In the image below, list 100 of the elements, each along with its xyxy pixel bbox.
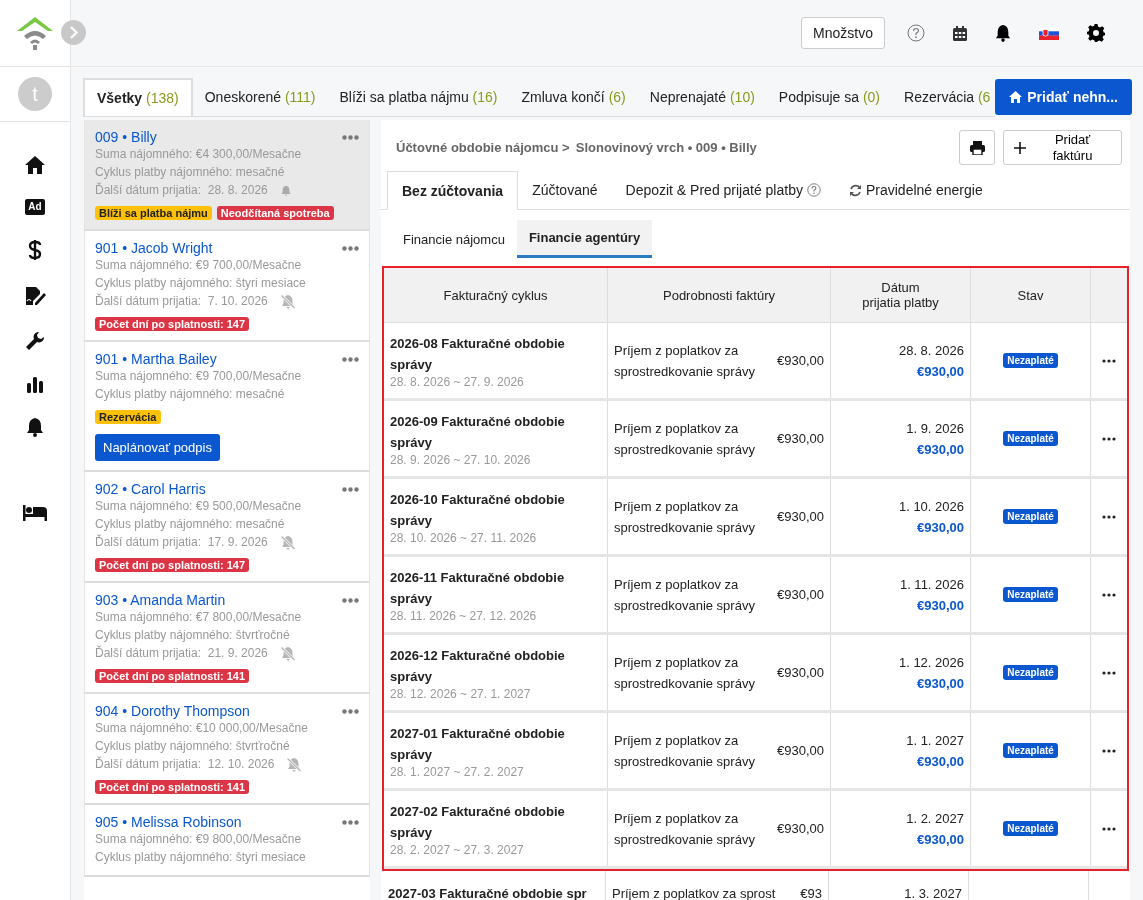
invoice-tab[interactable]: Zúčtované: [518, 171, 612, 209]
home-icon[interactable]: [24, 155, 46, 175]
more-options-icon[interactable]: [1102, 514, 1116, 519]
tenant-card[interactable]: 903 • Amanda Martin Suma nájomného: €7 800,00/Mesačne Cyklus platby nájomného: štvrťročné Ďalší dátum prijatia: 21. 9. 2026 Počet dní po splatnosti: 141: [84, 583, 370, 694]
payment-date: 1. 1. 2027: [906, 731, 964, 750]
finance-subtab[interactable]: Financie nájomcu: [391, 220, 517, 258]
tenant-card[interactable]: 901 • Martha Bailey Suma nájomného: €9 700,00/Mesačne Cyklus platby nájomného: mesačné Rezervácia Naplánovať podpis: [84, 342, 370, 472]
payment-cycle-text: Cyklus platby nájomného: štvrťročné: [95, 627, 291, 644]
invoice-amount: €930,00: [777, 664, 824, 682]
column-header: Podrobnosti faktúry: [608, 268, 831, 322]
add-invoice-button[interactable]: Pridať faktúru: [1003, 130, 1122, 165]
billing-period-range: 28. 1. 2027 ~ 27. 2. 2027: [390, 764, 525, 779]
bed-icon[interactable]: [23, 505, 47, 521]
status-badge: Počet dní po splatnosti: 141: [95, 669, 250, 683]
invoice-tab[interactable]: Bez zúčtovania: [387, 171, 519, 210]
status-badge: Počet dní po splatnosti: 147: [95, 317, 250, 331]
payment-cycle-text: Cyklus platby nájomného: štvrťročné: [95, 738, 291, 755]
settings-icon[interactable]: [1087, 24, 1105, 42]
tenant-name[interactable]: 904 • Dorothy Thompson: [95, 703, 250, 719]
invoice-item-text: Príjem z poplatkov za sprostredkovanie správy: [614, 419, 756, 459]
billing-cycle-title: 2026-10 Fakturačné obdobie správy: [390, 490, 566, 530]
filter-tab[interactable]: Všetky (138): [83, 78, 193, 116]
tenant-card[interactable]: 009 • Billy Suma nájomného: €4 300,00/Mesačne Cyklus platby nájomného: mesačné Ďalší dátum prijatia: 28. 8. 2026 Blíži sa platba nájmu Neodčítaná spotreba: [84, 120, 370, 231]
payment-date: 1. 10. 2026: [898, 497, 964, 516]
dollar-icon[interactable]: [28, 239, 42, 261]
billing-cycle-title: 2026-09 Fakturačné obdobie správy: [390, 412, 566, 452]
signature-icon[interactable]: [24, 285, 46, 307]
billing-cycle-title: 2026-11 Fakturačné obdobie správy: [390, 568, 566, 608]
bar-chart-icon[interactable]: [26, 375, 44, 393]
tenant-name[interactable]: 905 • Melissa Robinson: [95, 814, 242, 830]
home-icon: [1009, 91, 1023, 103]
status-badge: Počet dní po splatnosti: 147: [95, 558, 250, 572]
filter-tab[interactable]: Rezervácia (6: [892, 78, 996, 116]
payment-date: 28. 8. 2026: [898, 341, 964, 360]
invoice-item-text: Príjem z poplatkov za sprostredkovanie správy: [614, 575, 756, 615]
rent-amount-text: Suma nájomného: €4 300,00/Mesačne: [95, 146, 303, 163]
status-badge: Neodčítaná spotreba: [216, 206, 334, 220]
more-options-icon[interactable]: [1102, 358, 1116, 363]
print-button[interactable]: [959, 130, 995, 165]
payment-amount: €930,00: [917, 596, 964, 615]
status-badge: Nezaplaté: [1003, 821, 1058, 836]
invoice-item-text: Príjem z poplatkov za sprost: [612, 885, 777, 900]
ad-icon[interactable]: Ad: [25, 199, 45, 215]
wrench-icon[interactable]: [25, 331, 45, 351]
more-options-icon[interactable]: [1102, 826, 1116, 831]
finance-subtab[interactable]: Financie agentúry: [516, 220, 653, 258]
quantity-button[interactable]: Množstvo: [801, 17, 885, 49]
tenant-card[interactable]: 904 • Dorothy Thompson Suma nájomného: €10 000,00/Mesačne Cyklus platby nájomného: štvrťročné Ďalší dátum prijatia: 12. 10. 2026 Počet dní po splatnosti: 141: [84, 694, 370, 805]
invoice-item-text: Príjem z poplatkov za sprostredkovanie správy: [614, 809, 756, 849]
more-options-icon[interactable]: [1102, 670, 1116, 675]
invoice-amount: €930,00: [777, 430, 824, 448]
help-icon[interactable]: [806, 183, 821, 197]
invoice-tab[interactable]: Pravidelné energie: [834, 171, 997, 209]
invoice-amount: €930,00: [777, 508, 824, 526]
payment-amount: €930,00: [917, 674, 964, 693]
tenant-name[interactable]: 901 • Jacob Wright: [95, 240, 213, 256]
filter-tab[interactable]: Podpisuje sa (0): [766, 78, 893, 116]
rent-amount-text: Suma nájomného: €10 000,00/Mesačne: [95, 720, 309, 737]
billing-cycle-title: 2027-02 Fakturačné obdobie správy: [390, 802, 566, 842]
more-options-icon[interactable]: [1102, 592, 1116, 597]
payment-date: 1. 9. 2026: [906, 419, 964, 438]
column-header: Stav: [971, 268, 1091, 322]
schedule-signature-button[interactable]: Naplánovať podpis: [95, 434, 220, 461]
payment-cycle-text: Cyklus platby nájomného: štyri mesiace: [95, 849, 307, 866]
tenant-card[interactable]: 902 • Carol Harris Suma nájomného: €9 500,00/Mesačne Cyklus platby nájomného: mesačné Ďalší dátum prijatia: 17. 9. 2026 Počet dní po splatnosti: 147: [84, 472, 370, 583]
bell-icon[interactable]: [26, 417, 44, 437]
notifications-icon[interactable]: [995, 24, 1011, 42]
status-badge: Nezaplaté: [1003, 509, 1058, 524]
tenant-name[interactable]: 901 • Martha Bailey: [95, 351, 217, 367]
filter-tab[interactable]: Neprenajaté (10): [637, 78, 767, 116]
payment-amount: €930,00: [917, 440, 964, 459]
status-badge: Nezaplaté: [1003, 743, 1058, 758]
help-icon[interactable]: [907, 24, 925, 42]
tenant-card[interactable]: 901 • Jacob Wright Suma nájomného: €9 700,00/Mesačne Cyklus platby nájomného: štyri mesiace Ďalší dátum prijatia: 7. 10. 2026 Počet dní po splatnosti: 147: [84, 231, 370, 342]
column-header: Fakturačný cyklus: [384, 268, 608, 322]
calendar-icon[interactable]: [953, 25, 967, 41]
rent-amount-text: Suma nájomného: €7 800,00/Mesačne: [95, 609, 303, 626]
breadcrumb-item[interactable]: Slonovinový vrch • 009 • Billy: [575, 140, 757, 155]
more-options-icon[interactable]: [1102, 748, 1116, 753]
add-property-button[interactable]: Pridať nehn...: [995, 79, 1132, 115]
filter-tab[interactable]: Oneskorené (111): [192, 78, 328, 116]
filter-tab[interactable]: Zmluva končí (6): [509, 78, 638, 116]
tenant-card[interactable]: 905 • Melissa Robinson Suma nájomného: €9 800,00/Mesačne Cyklus platby nájomného: štyri mesiace: [84, 805, 370, 877]
tenant-name[interactable]: 903 • Amanda Martin: [95, 592, 226, 608]
filter-tab[interactable]: Blíži sa platba nájmu (16): [327, 78, 510, 116]
more-options-icon[interactable]: [1102, 436, 1116, 441]
refresh-icon: [848, 183, 862, 197]
rent-amount-text: Suma nájomného: €9 700,00/Mesačne: [95, 257, 303, 274]
status-badge: Nezaplaté: [1003, 587, 1058, 602]
payment-amount: €930,00: [917, 752, 964, 771]
status-badge: Rezervácia: [95, 410, 161, 424]
breadcrumb-item[interactable]: Účtovné obdobie nájomcu >: [396, 140, 570, 155]
tenant-name[interactable]: 009 • Billy: [95, 129, 157, 145]
tenant-name[interactable]: 902 • Carol Harris: [95, 481, 206, 497]
invoice-tab[interactable]: Depozit & Pred prijaté platby: [611, 171, 835, 209]
flag-icon[interactable]: [1039, 26, 1059, 40]
payment-cycle-text: Cyklus platby nájomného: štyri mesiace: [95, 275, 307, 292]
next-payment-date-text: Ďalší dátum prijatia: 28. 8. 2026: [95, 181, 268, 199]
billing-period-range: 28. 9. 2026 ~ 27. 10. 2026: [390, 452, 532, 467]
billing-period-range: 28. 8. 2026 ~ 27. 9. 2026: [390, 374, 525, 389]
